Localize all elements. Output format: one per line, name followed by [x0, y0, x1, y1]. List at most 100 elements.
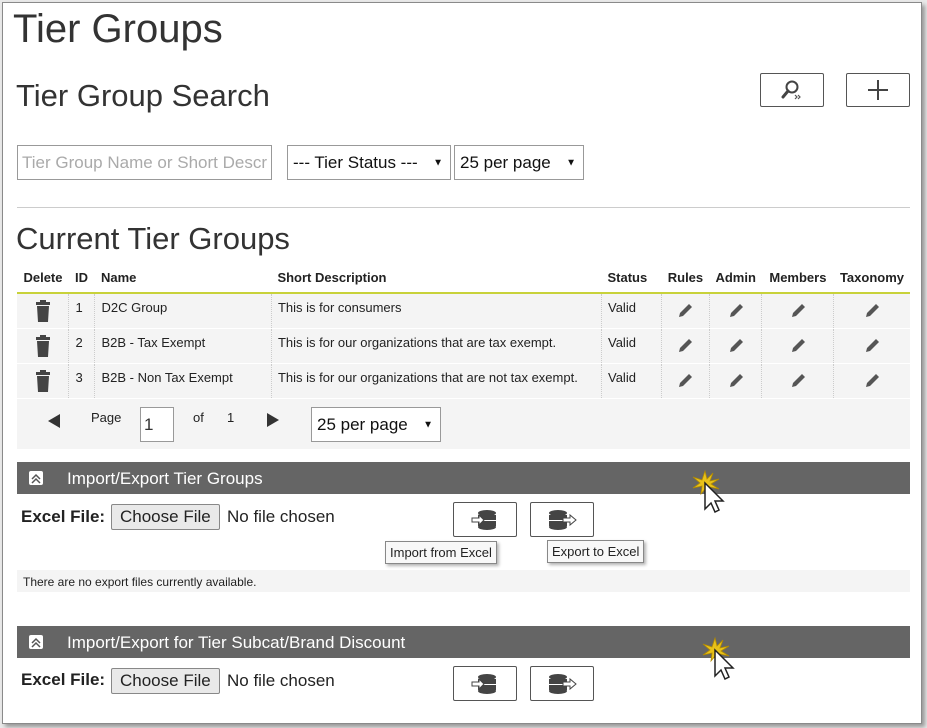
collapse-icon[interactable] [29, 635, 43, 649]
search-icon [781, 80, 801, 100]
edit-members-icon[interactable] [789, 372, 807, 390]
col-members: Members [769, 269, 827, 285]
choose-file-button[interactable]: Choose File [111, 668, 220, 694]
row-status: Valid [601, 327, 662, 363]
plus-icon [868, 80, 888, 100]
export-to-excel-button[interactable] [530, 502, 594, 537]
prev-page-icon[interactable] [47, 413, 61, 429]
of-label: of [193, 410, 204, 425]
table-row: 1 D2C Group This is for consumers Valid [17, 293, 910, 328]
row-description: This is for our organizations that are t… [271, 327, 603, 363]
section-divider [17, 207, 910, 208]
dropdown-arrow-icon: ▼ [423, 419, 433, 430]
row-description: This is for our organizations that are n… [271, 362, 603, 398]
col-rules: Rules [667, 269, 704, 285]
edit-admin-icon[interactable] [727, 337, 745, 355]
per-page-select[interactable]: 25 per page ▼ [454, 145, 584, 180]
section-title: Import/Export Tier Groups [67, 469, 263, 488]
row-status: Valid [601, 362, 662, 398]
row-id: 1 [68, 293, 96, 328]
members-cell [761, 362, 835, 398]
import-from-excel-button[interactable] [453, 502, 517, 537]
page-number-field[interactable] [141, 408, 173, 441]
members-cell [761, 327, 835, 363]
database-export-icon [549, 673, 577, 694]
import-from-excel-button[interactable] [453, 666, 517, 701]
row-status: Valid [601, 293, 662, 328]
tier-group-search-field[interactable] [18, 146, 271, 179]
tier-status-select-value: --- Tier Status --- [293, 152, 418, 172]
database-import-icon [471, 673, 496, 694]
col-taxonomy: Taxonomy [839, 269, 904, 285]
page-title: Tier Groups [13, 7, 223, 51]
row-id: 2 [68, 327, 96, 363]
export-tooltip: Export to Excel [547, 540, 645, 563]
current-tier-groups-title: Current Tier Groups [16, 221, 290, 256]
tier-group-search-input[interactable] [17, 145, 272, 180]
export-to-excel-button[interactable] [530, 666, 594, 701]
edit-rules-icon[interactable] [676, 302, 694, 320]
delete-cell [17, 327, 70, 363]
col-name: Name [100, 269, 137, 285]
page-label: Page [91, 410, 122, 425]
next-page-icon[interactable] [266, 412, 280, 428]
tier-status-select[interactable]: --- Tier Status --- ▼ [287, 145, 451, 180]
total-pages: 1 [227, 410, 235, 425]
rules-cell [661, 362, 710, 398]
col-status: Status [607, 269, 648, 285]
no-file-text: No file chosen [227, 671, 335, 690]
add-tier-group-button[interactable] [846, 73, 910, 107]
import-export-tier-groups-header[interactable]: Import/Export Tier Groups [17, 462, 910, 494]
row-name: D2C Group [94, 293, 272, 328]
choose-file-button[interactable]: Choose File [111, 504, 220, 530]
no-file-text: No file chosen [227, 507, 335, 526]
trash-icon[interactable] [35, 369, 51, 392]
admin-cell [709, 362, 763, 398]
edit-rules-icon[interactable] [676, 337, 694, 355]
rules-cell [661, 293, 710, 328]
edit-taxonomy-icon[interactable] [863, 372, 881, 390]
col-delete: Delete [23, 269, 63, 285]
pager-per-page-select[interactable]: 25 per page ▼ [311, 407, 441, 442]
no-export-files-text: There are no export files currently avai… [23, 575, 257, 589]
pager-per-page-value: 25 per page [317, 414, 408, 434]
page-number-input[interactable] [140, 407, 174, 442]
trash-icon[interactable] [35, 300, 51, 322]
edit-admin-icon[interactable] [727, 302, 745, 320]
table-row: 2 B2B - Tax Exempt This is for our organ… [17, 327, 910, 363]
taxonomy-cell [833, 327, 910, 363]
row-description: This is for consumers [271, 293, 603, 328]
admin-cell [709, 327, 763, 363]
row-name: B2B - Non Tax Exempt [94, 362, 272, 398]
per-page-select-value: 25 per page [460, 152, 551, 172]
taxonomy-cell [833, 293, 910, 328]
import-tooltip: Import from Excel [385, 541, 497, 564]
table-row: 3 B2B - Non Tax Exempt This is for our o… [17, 362, 910, 398]
dropdown-arrow-icon: ▼ [566, 157, 576, 168]
export-files-bar: There are no export files currently avai… [17, 570, 910, 592]
edit-members-icon[interactable] [789, 337, 807, 355]
trash-icon[interactable] [35, 334, 51, 357]
edit-admin-icon[interactable] [727, 372, 745, 390]
members-cell [761, 293, 835, 328]
advanced-search-button[interactable] [760, 73, 824, 107]
import-export-subcat-brand-header[interactable]: Import/Export for Tier Subcat/Brand Disc… [17, 626, 910, 658]
row-id: 3 [68, 362, 96, 398]
app-window: Tier Groups Tier Group Search --- Tier S… [2, 2, 922, 724]
col-short-description: Short Description [277, 269, 387, 285]
edit-taxonomy-icon[interactable] [863, 337, 881, 355]
section-title: Import/Export for Tier Subcat/Brand Disc… [67, 633, 406, 652]
edit-rules-icon[interactable] [676, 372, 694, 390]
delete-cell [17, 293, 70, 328]
search-section-title: Tier Group Search [16, 78, 270, 113]
database-import-icon [471, 509, 496, 530]
cursor-click-icon [692, 469, 725, 513]
excel-file-label: Excel File: [21, 507, 106, 526]
delete-cell [17, 362, 70, 398]
edit-taxonomy-icon[interactable] [863, 302, 881, 320]
edit-members-icon[interactable] [789, 302, 807, 320]
collapse-icon[interactable] [29, 471, 43, 485]
database-export-icon [549, 509, 577, 530]
excel-file-label: Excel File: [21, 670, 106, 689]
taxonomy-cell [833, 362, 910, 398]
